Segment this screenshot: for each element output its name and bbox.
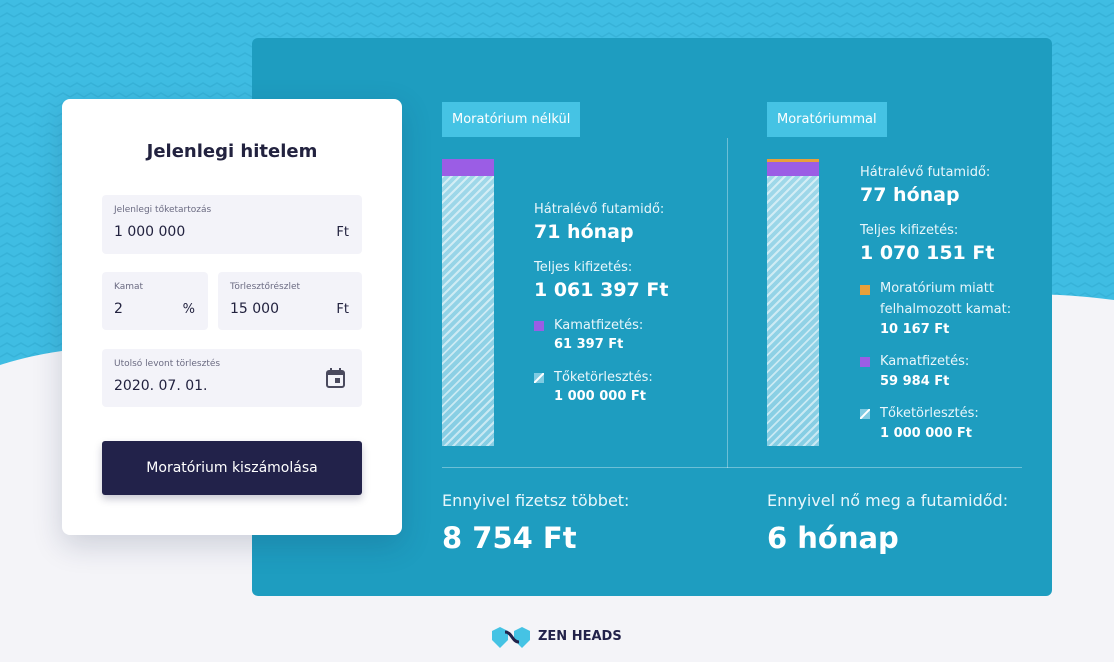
extra-time-value: 6 hónap [767, 521, 899, 555]
bar-without-moratorium [442, 159, 494, 446]
interest-label: Kamatfizetés: [554, 318, 644, 333]
form-title: Jelenlegi hitelem [146, 141, 318, 162]
accumulated-value: 10 167 Ft [880, 322, 950, 337]
principal-field-suffix: Ft [336, 225, 349, 240]
bar-accumulated-segment [767, 159, 819, 162]
interest-rate-value[interactable]: 2 [114, 301, 123, 317]
interest-value: 59 984 Ft [880, 374, 950, 389]
brand-logo[interactable]: ZEN HEADS [490, 625, 622, 649]
bar-interest-segment [442, 159, 494, 176]
installment-label: Törlesztőrészlet [230, 282, 301, 292]
accumulated-label-1: Moratórium miatt [880, 281, 994, 296]
interest-legend-icon [860, 357, 870, 367]
installment-value[interactable]: 15 000 [230, 301, 279, 317]
loan-form-card: Jelenlegi hitelem Jelenlegi tőketartozás… [62, 99, 402, 535]
interest-value: 61 397 Ft [554, 337, 624, 352]
remaining-value: 71 hónap [534, 221, 634, 243]
column-divider [727, 138, 728, 468]
installment-field[interactable]: Törlesztőrészlet 15 000 Ft [218, 272, 362, 330]
principal-label: Tőketörlesztés: [880, 406, 979, 421]
calculate-moratorium-button[interactable]: Moratórium kiszámolása [102, 441, 362, 495]
interest-rate-field[interactable]: Kamat 2 % [102, 272, 208, 330]
bar-principal-segment [767, 176, 819, 446]
interest-rate-label: Kamat [114, 282, 144, 292]
accumulated-legend-icon [860, 285, 870, 295]
remaining-label: Hátralévő futamidő: [534, 202, 665, 217]
principal-field[interactable]: Jelenlegi tőketartozás 1 000 000 Ft [102, 195, 362, 254]
tag-with-moratorium: Moratóriummal [767, 102, 887, 137]
summary-divider [442, 467, 1022, 468]
interest-rate-suffix: % [182, 302, 195, 317]
installment-suffix: Ft [336, 302, 349, 317]
extra-cost-value: 8 754 Ft [442, 521, 577, 555]
principal-legend-icon [860, 409, 870, 419]
zen-heads-logo-icon [492, 627, 530, 648]
total-label: Teljes kifizetés: [860, 223, 959, 238]
interest-label: Kamatfizetés: [880, 354, 970, 369]
principal-field-value[interactable]: 1 000 000 [114, 224, 185, 240]
extra-time-label: Ennyivel nő meg a futamidőd: [767, 491, 1009, 510]
principal-label: Tőketörlesztés: [554, 370, 653, 385]
total-value: 1 061 397 Ft [534, 279, 669, 301]
last-payment-value[interactable]: 2020. 07. 01. [114, 378, 208, 394]
principal-value: 1 000 000 Ft [880, 426, 972, 441]
remaining-value: 77 hónap [860, 184, 960, 206]
last-payment-label: Utolsó levont törlesztés [114, 359, 221, 369]
principal-field-label: Jelenlegi tőketartozás [114, 205, 212, 215]
accumulated-label-2: felhalmozott kamat: [880, 302, 1012, 317]
tag-without-moratorium: Moratórium nélkül [442, 102, 581, 137]
principal-legend-icon [534, 373, 544, 383]
total-value: 1 070 151 Ft [860, 242, 995, 264]
bar-principal-segment [442, 176, 494, 446]
remaining-label: Hátralévő futamidő: [860, 165, 991, 180]
last-payment-date-field[interactable]: Utolsó levont törlesztés 2020. 07. 01. [102, 349, 362, 407]
calendar-icon[interactable] [326, 368, 345, 388]
extra-cost-label: Ennyivel fizetsz többet: [442, 491, 630, 510]
total-label: Teljes kifizetés: [534, 260, 633, 275]
brand-name: ZEN HEADS [538, 629, 622, 644]
principal-value: 1 000 000 Ft [554, 389, 646, 404]
interest-legend-icon [534, 321, 544, 331]
bar-with-moratorium [767, 159, 819, 446]
